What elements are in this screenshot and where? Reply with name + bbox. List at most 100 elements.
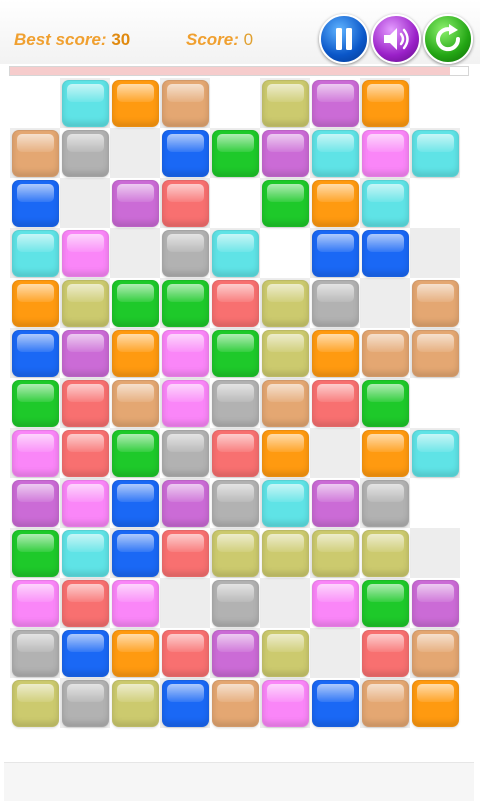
sound-button[interactable] [371,14,421,64]
board-tile[interactable] [11,329,59,377]
board-tile[interactable] [161,329,209,377]
board-tile[interactable] [61,129,109,177]
board-tile[interactable] [211,679,259,727]
board-tile[interactable] [111,79,159,127]
board-tile[interactable] [361,229,409,277]
board-tile[interactable] [361,79,409,127]
board-tile[interactable] [361,479,409,527]
board-tile[interactable] [111,629,159,677]
board-tile[interactable] [211,279,259,327]
board-tile[interactable] [261,529,309,577]
board-tile[interactable] [161,79,209,127]
board-tile[interactable] [261,679,309,727]
board-tile[interactable] [111,379,159,427]
board-tile[interactable] [361,629,409,677]
board-tile[interactable] [111,429,159,477]
board-tile[interactable] [161,279,209,327]
board-tile[interactable] [161,629,209,677]
board-tile[interactable] [61,329,109,377]
board-tile[interactable] [211,229,259,277]
board-tile[interactable] [361,329,409,377]
board-tile[interactable] [161,179,209,227]
board-tile[interactable] [361,379,409,427]
board-tile[interactable] [11,529,59,577]
pause-button[interactable] [319,14,369,64]
board-tile[interactable] [361,679,409,727]
board-tile[interactable] [61,479,109,527]
board-tile[interactable] [11,179,59,227]
board-tile[interactable] [11,479,59,527]
board-tile[interactable] [411,679,459,727]
board-tile[interactable] [361,129,409,177]
board-tile[interactable] [161,529,209,577]
board-tile[interactable] [261,379,309,427]
board-tile[interactable] [61,379,109,427]
board-tile[interactable] [261,129,309,177]
board-tile[interactable] [111,479,159,527]
board-tile[interactable] [11,279,59,327]
board-tile[interactable] [361,579,409,627]
board-tile[interactable] [311,129,359,177]
board-tile[interactable] [261,179,309,227]
board-tile[interactable] [411,129,459,177]
board-tile[interactable] [311,229,359,277]
board-tile[interactable] [161,379,209,427]
board-tile[interactable] [311,179,359,227]
board-tile[interactable] [411,279,459,327]
board-tile[interactable] [111,679,159,727]
board-tile[interactable] [261,79,309,127]
board-tile[interactable] [361,529,409,577]
board-tile[interactable] [261,479,309,527]
board-tile[interactable] [11,129,59,177]
board-tile[interactable] [211,479,259,527]
board-tile[interactable] [11,629,59,677]
game-board[interactable] [10,78,460,728]
board-tile[interactable] [111,329,159,377]
board-tile[interactable] [211,629,259,677]
board-tile[interactable] [211,129,259,177]
board-tile[interactable] [11,679,59,727]
board-tile[interactable] [311,479,359,527]
board-tile[interactable] [61,79,109,127]
board-tile[interactable] [111,579,159,627]
board-tile[interactable] [261,629,309,677]
board-tile[interactable] [261,429,309,477]
board-tile[interactable] [61,429,109,477]
board-tile[interactable] [61,229,109,277]
board-tile[interactable] [311,279,359,327]
board-tile[interactable] [311,529,359,577]
board-tile[interactable] [161,229,209,277]
board-tile[interactable] [11,379,59,427]
board-tile[interactable] [161,429,209,477]
board-tile[interactable] [61,679,109,727]
board-tile[interactable] [261,279,309,327]
board-tile[interactable] [111,179,159,227]
board-tile[interactable] [211,429,259,477]
board-tile[interactable] [161,679,209,727]
board-tile[interactable] [61,529,109,577]
board-tile[interactable] [61,279,109,327]
board-tile[interactable] [311,79,359,127]
board-tile[interactable] [411,579,459,627]
board-tile[interactable] [211,529,259,577]
board-tile[interactable] [411,329,459,377]
restart-button[interactable] [423,14,473,64]
board-tile[interactable] [11,229,59,277]
board-tile[interactable] [61,579,109,627]
board-tile[interactable] [161,479,209,527]
board-tile[interactable] [311,579,359,627]
board-tile[interactable] [311,379,359,427]
board-tile[interactable] [111,529,159,577]
board-tile[interactable] [361,429,409,477]
board-tile[interactable] [211,379,259,427]
board-tile[interactable] [361,179,409,227]
board-tile[interactable] [11,579,59,627]
board-tile[interactable] [311,329,359,377]
board-tile[interactable] [11,429,59,477]
board-tile[interactable] [211,579,259,627]
board-tile[interactable] [161,129,209,177]
board-tile[interactable] [311,679,359,727]
board-tile[interactable] [211,329,259,377]
board-tile[interactable] [261,329,309,377]
board-tile[interactable] [411,429,459,477]
